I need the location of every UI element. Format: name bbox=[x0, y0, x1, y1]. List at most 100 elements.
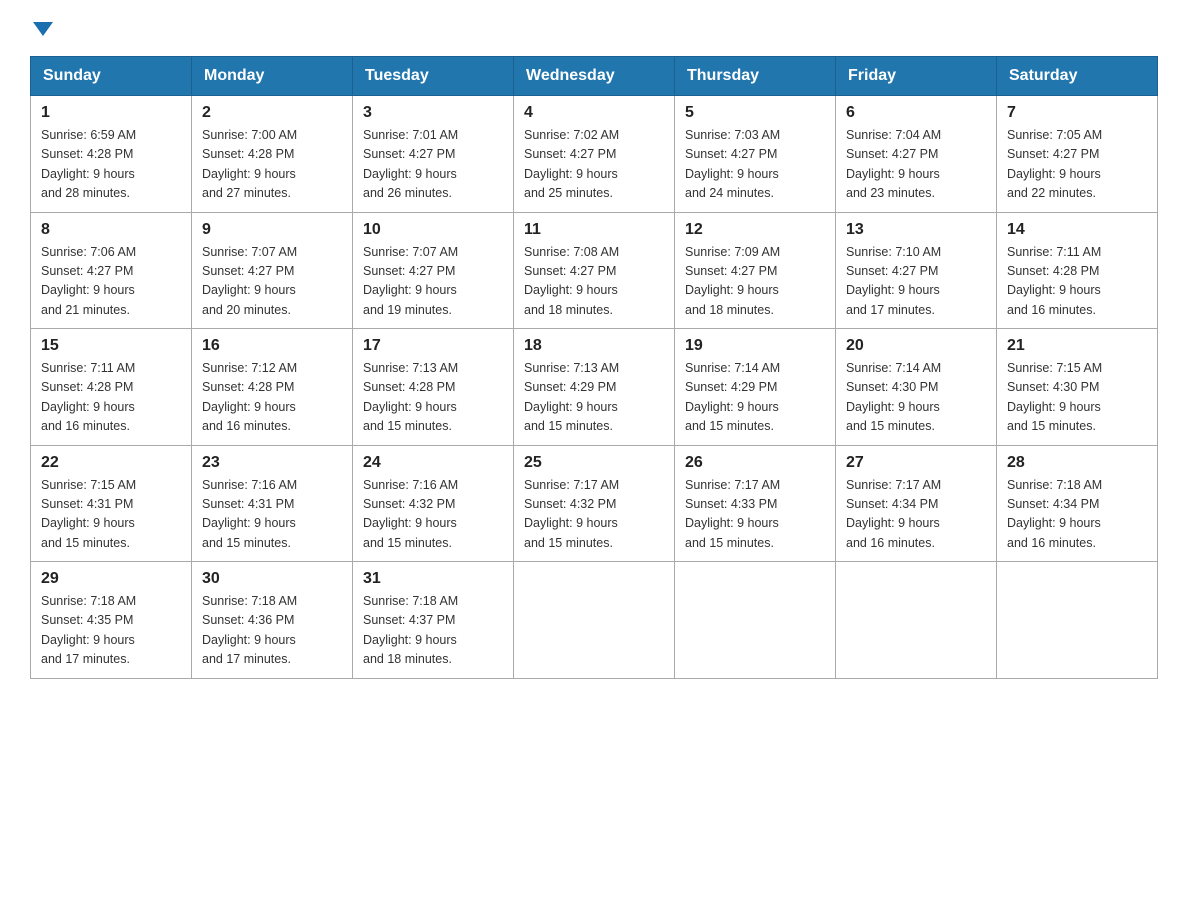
day-info: Sunrise: 7:18 AMSunset: 4:34 PMDaylight:… bbox=[1007, 476, 1147, 554]
day-info: Sunrise: 7:16 AMSunset: 4:32 PMDaylight:… bbox=[363, 476, 503, 554]
weekday-header-tuesday: Tuesday bbox=[353, 57, 514, 96]
day-number: 2 bbox=[202, 104, 342, 122]
day-number: 8 bbox=[41, 221, 181, 239]
day-info: Sunrise: 7:13 AMSunset: 4:29 PMDaylight:… bbox=[524, 359, 664, 437]
calendar-cell: 24 Sunrise: 7:16 AMSunset: 4:32 PMDayligh… bbox=[353, 445, 514, 562]
day-info: Sunrise: 7:00 AMSunset: 4:28 PMDaylight:… bbox=[202, 126, 342, 204]
day-info: Sunrise: 7:18 AMSunset: 4:36 PMDaylight:… bbox=[202, 592, 342, 670]
calendar-cell: 26Sunrise: 7:17 AMSunset: 4:33 PMDayligh… bbox=[675, 445, 836, 562]
day-number: 12 bbox=[685, 221, 825, 239]
calendar-cell: 10 Sunrise: 7:07 AMSunset: 4:27 PMDayligh… bbox=[353, 212, 514, 329]
day-number: 7 bbox=[1007, 104, 1147, 122]
day-number: 6 bbox=[846, 104, 986, 122]
calendar-cell: 15 Sunrise: 7:11 AMSunset: 4:28 PMDayligh… bbox=[31, 329, 192, 446]
day-info: Sunrise: 7:11 AMSunset: 4:28 PMDaylight:… bbox=[41, 359, 181, 437]
calendar-cell: 3 Sunrise: 7:01 AMSunset: 4:27 PMDaylight… bbox=[353, 96, 514, 213]
day-number: 20 bbox=[846, 337, 986, 355]
day-info: Sunrise: 7:14 AMSunset: 4:29 PMDaylight:… bbox=[685, 359, 825, 437]
day-info: Sunrise: 7:14 AMSunset: 4:30 PMDaylight:… bbox=[846, 359, 986, 437]
day-info: Sunrise: 7:11 AMSunset: 4:28 PMDaylight:… bbox=[1007, 243, 1147, 321]
day-number: 3 bbox=[363, 104, 503, 122]
calendar-week-row: 8 Sunrise: 7:06 AMSunset: 4:27 PMDaylight… bbox=[31, 212, 1158, 329]
weekday-header-wednesday: Wednesday bbox=[514, 57, 675, 96]
day-info: Sunrise: 7:02 AMSunset: 4:27 PMDaylight:… bbox=[524, 126, 664, 204]
calendar-cell: 11 Sunrise: 7:08 AMSunset: 4:27 PMDayligh… bbox=[514, 212, 675, 329]
day-number: 1 bbox=[41, 104, 181, 122]
calendar-cell bbox=[514, 562, 675, 679]
calendar-cell: 8 Sunrise: 7:06 AMSunset: 4:27 PMDaylight… bbox=[31, 212, 192, 329]
calendar-cell: 20 Sunrise: 7:14 AMSunset: 4:30 PMDayligh… bbox=[836, 329, 997, 446]
day-info: Sunrise: 7:06 AMSunset: 4:27 PMDaylight:… bbox=[41, 243, 181, 321]
day-number: 11 bbox=[524, 221, 664, 239]
day-number: 14 bbox=[1007, 221, 1147, 239]
day-info: Sunrise: 7:15 AMSunset: 4:30 PMDaylight:… bbox=[1007, 359, 1147, 437]
day-number: 15 bbox=[41, 337, 181, 355]
logo-arrow-icon bbox=[33, 22, 53, 36]
calendar-cell: 9Sunrise: 7:07 AMSunset: 4:27 PMDaylight… bbox=[192, 212, 353, 329]
weekday-header-friday: Friday bbox=[836, 57, 997, 96]
calendar-cell: 22 Sunrise: 7:15 AMSunset: 4:31 PMDayligh… bbox=[31, 445, 192, 562]
calendar-cell: 29 Sunrise: 7:18 AMSunset: 4:35 PMDayligh… bbox=[31, 562, 192, 679]
calendar-header-row: SundayMondayTuesdayWednesdayThursdayFrid… bbox=[31, 57, 1158, 96]
day-info: Sunrise: 7:15 AMSunset: 4:31 PMDaylight:… bbox=[41, 476, 181, 554]
day-number: 22 bbox=[41, 454, 181, 472]
day-number: 19 bbox=[685, 337, 825, 355]
calendar-week-row: 22 Sunrise: 7:15 AMSunset: 4:31 PMDayligh… bbox=[31, 445, 1158, 562]
day-info: Sunrise: 7:17 AMSunset: 4:34 PMDaylight:… bbox=[846, 476, 986, 554]
day-number: 30 bbox=[202, 570, 342, 588]
weekday-header-saturday: Saturday bbox=[997, 57, 1158, 96]
calendar-cell: 27Sunrise: 7:17 AMSunset: 4:34 PMDayligh… bbox=[836, 445, 997, 562]
calendar-table: SundayMondayTuesdayWednesdayThursdayFrid… bbox=[30, 56, 1158, 679]
calendar-cell: 12 Sunrise: 7:09 AMSunset: 4:27 PMDayligh… bbox=[675, 212, 836, 329]
calendar-cell: 28 Sunrise: 7:18 AMSunset: 4:34 PMDayligh… bbox=[997, 445, 1158, 562]
calendar-cell: 21Sunrise: 7:15 AMSunset: 4:30 PMDayligh… bbox=[997, 329, 1158, 446]
day-info: Sunrise: 7:09 AMSunset: 4:27 PMDaylight:… bbox=[685, 243, 825, 321]
day-number: 28 bbox=[1007, 454, 1147, 472]
calendar-cell: 7 Sunrise: 7:05 AMSunset: 4:27 PMDaylight… bbox=[997, 96, 1158, 213]
day-info: Sunrise: 7:17 AMSunset: 4:33 PMDaylight:… bbox=[685, 476, 825, 554]
calendar-cell: 23 Sunrise: 7:16 AMSunset: 4:31 PMDayligh… bbox=[192, 445, 353, 562]
day-info: Sunrise: 7:12 AMSunset: 4:28 PMDaylight:… bbox=[202, 359, 342, 437]
day-number: 5 bbox=[685, 104, 825, 122]
day-info: Sunrise: 7:16 AMSunset: 4:31 PMDaylight:… bbox=[202, 476, 342, 554]
calendar-week-row: 15 Sunrise: 7:11 AMSunset: 4:28 PMDayligh… bbox=[31, 329, 1158, 446]
day-number: 23 bbox=[202, 454, 342, 472]
logo-text bbox=[30, 20, 53, 36]
calendar-cell: 18 Sunrise: 7:13 AMSunset: 4:29 PMDayligh… bbox=[514, 329, 675, 446]
calendar-cell: 13 Sunrise: 7:10 AMSunset: 4:27 PMDayligh… bbox=[836, 212, 997, 329]
calendar-week-row: 29 Sunrise: 7:18 AMSunset: 4:35 PMDayligh… bbox=[31, 562, 1158, 679]
calendar-cell: 19 Sunrise: 7:14 AMSunset: 4:29 PMDayligh… bbox=[675, 329, 836, 446]
calendar-cell: 31Sunrise: 7:18 AMSunset: 4:37 PMDayligh… bbox=[353, 562, 514, 679]
day-number: 18 bbox=[524, 337, 664, 355]
calendar-cell: 14 Sunrise: 7:11 AMSunset: 4:28 PMDayligh… bbox=[997, 212, 1158, 329]
day-info: Sunrise: 7:17 AMSunset: 4:32 PMDaylight:… bbox=[524, 476, 664, 554]
day-info: Sunrise: 7:18 AMSunset: 4:35 PMDaylight:… bbox=[41, 592, 181, 670]
calendar-cell bbox=[675, 562, 836, 679]
day-info: Sunrise: 7:07 AMSunset: 4:27 PMDaylight:… bbox=[202, 243, 342, 321]
calendar-cell bbox=[997, 562, 1158, 679]
weekday-header-thursday: Thursday bbox=[675, 57, 836, 96]
day-info: Sunrise: 7:04 AMSunset: 4:27 PMDaylight:… bbox=[846, 126, 986, 204]
day-info: Sunrise: 7:05 AMSunset: 4:27 PMDaylight:… bbox=[1007, 126, 1147, 204]
weekday-header-sunday: Sunday bbox=[31, 57, 192, 96]
day-number: 10 bbox=[363, 221, 503, 239]
day-number: 25 bbox=[524, 454, 664, 472]
day-info: Sunrise: 7:03 AMSunset: 4:27 PMDaylight:… bbox=[685, 126, 825, 204]
calendar-cell: 5 Sunrise: 7:03 AMSunset: 4:27 PMDaylight… bbox=[675, 96, 836, 213]
day-number: 29 bbox=[41, 570, 181, 588]
day-number: 31 bbox=[363, 570, 503, 588]
calendar-cell: 2 Sunrise: 7:00 AMSunset: 4:28 PMDaylight… bbox=[192, 96, 353, 213]
day-number: 13 bbox=[846, 221, 986, 239]
day-info: Sunrise: 7:01 AMSunset: 4:27 PMDaylight:… bbox=[363, 126, 503, 204]
day-number: 17 bbox=[363, 337, 503, 355]
day-number: 16 bbox=[202, 337, 342, 355]
day-number: 4 bbox=[524, 104, 664, 122]
calendar-cell: 4 Sunrise: 7:02 AMSunset: 4:27 PMDaylight… bbox=[514, 96, 675, 213]
day-info: Sunrise: 7:08 AMSunset: 4:27 PMDaylight:… bbox=[524, 243, 664, 321]
day-info: Sunrise: 7:10 AMSunset: 4:27 PMDaylight:… bbox=[846, 243, 986, 321]
calendar-cell bbox=[836, 562, 997, 679]
day-number: 24 bbox=[363, 454, 503, 472]
calendar-cell: 16 Sunrise: 7:12 AMSunset: 4:28 PMDayligh… bbox=[192, 329, 353, 446]
day-info: Sunrise: 7:07 AMSunset: 4:27 PMDaylight:… bbox=[363, 243, 503, 321]
day-info: Sunrise: 6:59 AMSunset: 4:28 PMDaylight:… bbox=[41, 126, 181, 204]
